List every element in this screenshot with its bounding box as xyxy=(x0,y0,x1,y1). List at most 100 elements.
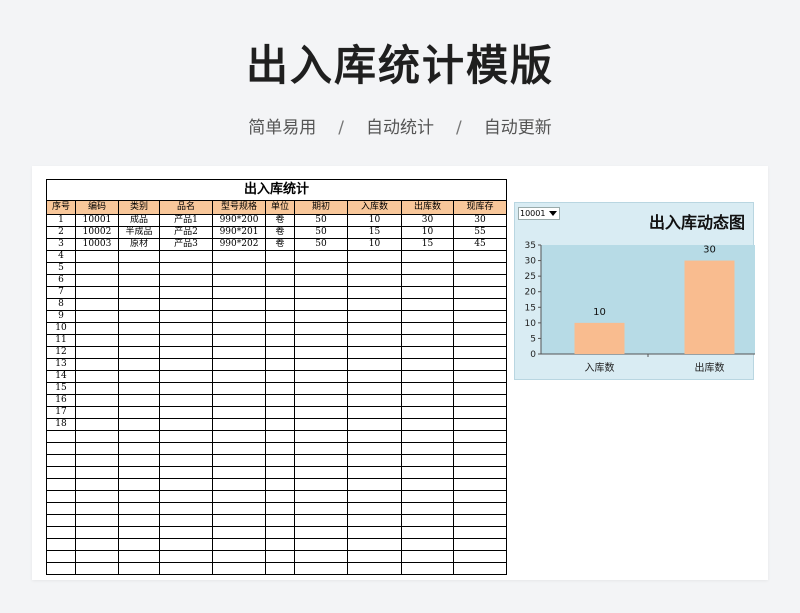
table-cell[interactable] xyxy=(160,323,213,335)
table-cell[interactable] xyxy=(266,503,295,515)
table-cell[interactable] xyxy=(295,383,348,395)
table-cell[interactable] xyxy=(119,563,160,575)
table-cell[interactable] xyxy=(402,455,454,467)
table-cell[interactable] xyxy=(295,563,348,575)
table-cell[interactable] xyxy=(119,491,160,503)
table-cell[interactable] xyxy=(295,539,348,551)
table-cell[interactable] xyxy=(266,347,295,359)
table-cell[interactable]: 2 xyxy=(47,227,76,239)
table-cell[interactable] xyxy=(213,299,266,311)
table-cell[interactable] xyxy=(160,443,213,455)
table-cell[interactable] xyxy=(76,479,119,491)
table-cell[interactable]: 18 xyxy=(47,419,76,431)
table-cell[interactable] xyxy=(76,347,119,359)
table-cell[interactable] xyxy=(160,299,213,311)
table-cell[interactable] xyxy=(266,371,295,383)
table-cell[interactable] xyxy=(402,395,454,407)
table-cell[interactable]: 卷 xyxy=(266,215,295,227)
table-cell[interactable] xyxy=(213,491,266,503)
table-cell[interactable] xyxy=(76,527,119,539)
table-cell[interactable] xyxy=(76,419,119,431)
table-cell[interactable] xyxy=(454,299,507,311)
table-cell[interactable] xyxy=(119,527,160,539)
table-cell[interactable] xyxy=(213,515,266,527)
table-cell[interactable] xyxy=(76,323,119,335)
table-cell[interactable] xyxy=(295,527,348,539)
table-cell[interactable] xyxy=(119,263,160,275)
table-cell[interactable]: 卷 xyxy=(266,239,295,251)
table-cell[interactable] xyxy=(348,407,402,419)
table-cell[interactable] xyxy=(266,527,295,539)
table-cell[interactable] xyxy=(402,383,454,395)
table-cell[interactable] xyxy=(454,371,507,383)
table-cell[interactable] xyxy=(402,275,454,287)
table-cell[interactable] xyxy=(160,287,213,299)
table-cell[interactable] xyxy=(47,539,76,551)
table-cell[interactable] xyxy=(76,539,119,551)
table-cell[interactable] xyxy=(348,263,402,275)
table-cell[interactable] xyxy=(47,455,76,467)
table-cell[interactable] xyxy=(348,479,402,491)
table-cell[interactable] xyxy=(76,443,119,455)
table-cell[interactable]: 成品 xyxy=(119,215,160,227)
table-cell[interactable]: 10003 xyxy=(76,239,119,251)
table-cell[interactable]: 990*202 xyxy=(213,239,266,251)
table-cell[interactable] xyxy=(160,467,213,479)
table-cell[interactable] xyxy=(119,419,160,431)
table-cell[interactable]: 产品2 xyxy=(160,227,213,239)
table-cell[interactable] xyxy=(402,563,454,575)
table-cell[interactable]: 15 xyxy=(348,227,402,239)
table-cell[interactable] xyxy=(295,299,348,311)
table-cell[interactable] xyxy=(76,407,119,419)
table-cell[interactable] xyxy=(213,467,266,479)
table-cell[interactable] xyxy=(119,359,160,371)
table-cell[interactable]: 14 xyxy=(47,371,76,383)
table-cell[interactable] xyxy=(119,251,160,263)
table-cell[interactable] xyxy=(76,287,119,299)
table-cell[interactable] xyxy=(119,455,160,467)
table-cell[interactable] xyxy=(160,311,213,323)
table-cell[interactable] xyxy=(266,359,295,371)
table-cell[interactable] xyxy=(295,275,348,287)
table-cell[interactable] xyxy=(119,551,160,563)
table-cell[interactable] xyxy=(160,251,213,263)
table-cell[interactable]: 15 xyxy=(402,239,454,251)
table-cell[interactable] xyxy=(119,407,160,419)
table-cell[interactable] xyxy=(76,551,119,563)
table-cell[interactable] xyxy=(160,563,213,575)
table-cell[interactable] xyxy=(295,359,348,371)
table-cell[interactable]: 50 xyxy=(295,215,348,227)
table-cell[interactable]: 9 xyxy=(47,311,76,323)
table-cell[interactable] xyxy=(266,407,295,419)
table-cell[interactable] xyxy=(76,263,119,275)
table-cell[interactable] xyxy=(402,263,454,275)
table-cell[interactable] xyxy=(266,275,295,287)
table-cell[interactable] xyxy=(76,335,119,347)
table-cell[interactable]: 4 xyxy=(47,251,76,263)
table-cell[interactable] xyxy=(454,419,507,431)
table-cell[interactable] xyxy=(213,455,266,467)
table-cell[interactable] xyxy=(119,323,160,335)
table-cell[interactable]: 1 xyxy=(47,215,76,227)
table-cell[interactable] xyxy=(213,383,266,395)
table-cell[interactable] xyxy=(119,467,160,479)
table-cell[interactable] xyxy=(160,407,213,419)
table-cell[interactable] xyxy=(454,251,507,263)
table-cell[interactable] xyxy=(454,455,507,467)
table-cell[interactable] xyxy=(266,383,295,395)
table-cell[interactable] xyxy=(213,479,266,491)
table-cell[interactable] xyxy=(76,371,119,383)
table-cell[interactable] xyxy=(266,251,295,263)
table-cell[interactable] xyxy=(348,251,402,263)
table-cell[interactable] xyxy=(119,539,160,551)
table-cell[interactable] xyxy=(402,323,454,335)
table-cell[interactable]: 30 xyxy=(402,215,454,227)
table-cell[interactable]: 10 xyxy=(348,239,402,251)
table-cell[interactable] xyxy=(76,431,119,443)
table-cell[interactable] xyxy=(348,491,402,503)
table-cell[interactable]: 55 xyxy=(454,227,507,239)
table-cell[interactable] xyxy=(402,515,454,527)
table-cell[interactable] xyxy=(402,407,454,419)
table-cell[interactable] xyxy=(402,503,454,515)
table-cell[interactable] xyxy=(213,275,266,287)
